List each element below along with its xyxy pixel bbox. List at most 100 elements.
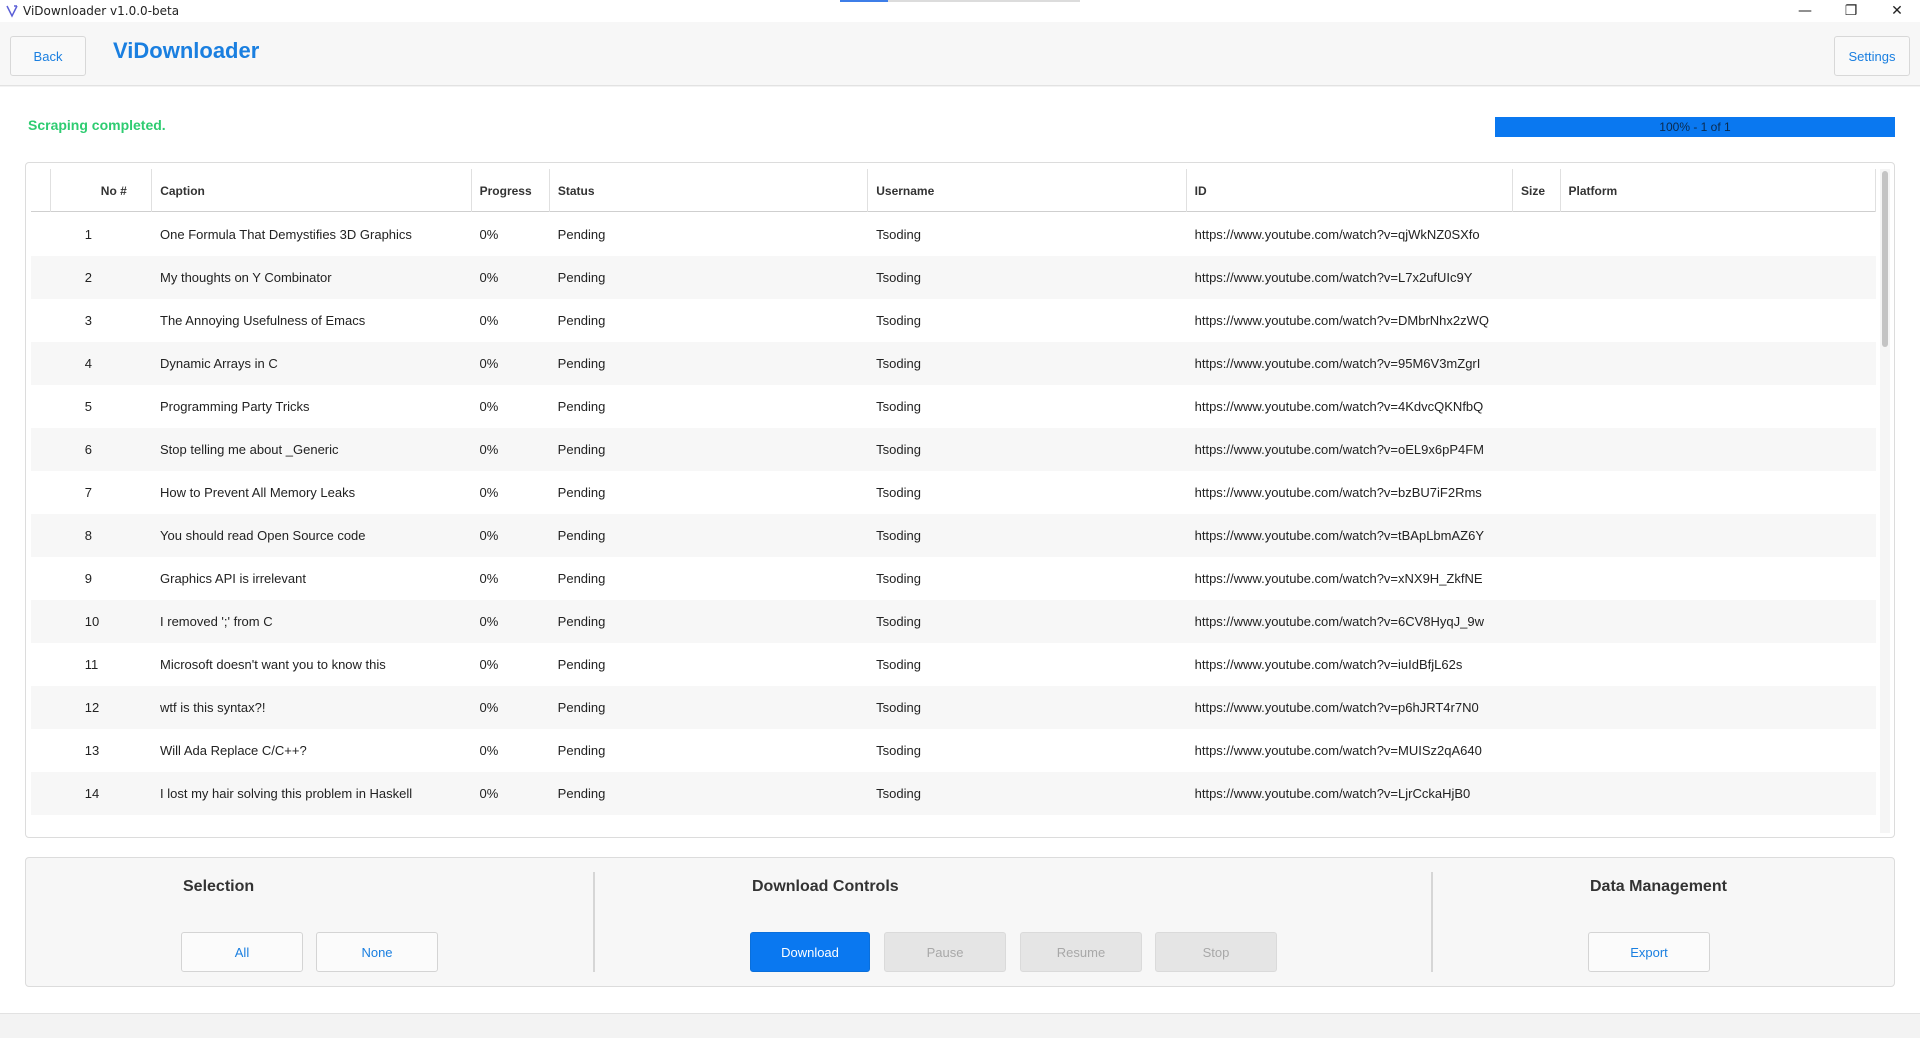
table-row[interactable]: 7 How to Prevent All Memory Leaks 0% Pendin… bbox=[31, 471, 1876, 514]
close-icon[interactable]: ✕ bbox=[1874, 0, 1920, 22]
minimize-icon[interactable]: — bbox=[1782, 0, 1828, 22]
loading-track bbox=[888, 0, 1080, 2]
id-cell: https://www.youtube.com/watch?v=4KdvcQKN… bbox=[1194, 399, 1484, 414]
id-column-header[interactable]: ID bbox=[1187, 169, 1513, 212]
row-number: 11 bbox=[84, 657, 99, 672]
progress-cell: 0% bbox=[479, 614, 499, 629]
status-cell: Pending bbox=[557, 227, 606, 242]
table-viewport[interactable]: No # Caption Progress Status Username ID Size P… bbox=[31, 169, 1876, 833]
window-controls: — ❐ ✕ bbox=[1782, 0, 1920, 22]
caption-cell: Microsoft doesn't want you to know this bbox=[160, 657, 386, 672]
platform-column-header[interactable]: Platform bbox=[1561, 169, 1876, 212]
select-column-header[interactable] bbox=[31, 169, 51, 212]
back-button[interactable]: Back bbox=[10, 36, 86, 76]
caption-cell: Graphics API is irrelevant bbox=[160, 571, 306, 586]
status-cell: Pending bbox=[557, 399, 606, 414]
controls-panel: Selection All None Download Controls Dow… bbox=[25, 857, 1895, 987]
row-number: 14 bbox=[84, 786, 100, 801]
username-cell: Tsoding bbox=[876, 657, 921, 672]
table-row[interactable]: 11 Microsoft doesn't want you to know thi… bbox=[31, 643, 1876, 686]
progress-cell: 0% bbox=[479, 485, 499, 500]
status-cell: Pending bbox=[557, 528, 606, 543]
id-cell: https://www.youtube.com/watch?v=tBApLbmA… bbox=[1194, 528, 1484, 543]
app-header: Back ViDownloader Settings bbox=[0, 22, 1920, 86]
id-cell: https://www.youtube.com/watch?v=MUISz2qA… bbox=[1194, 743, 1482, 758]
username-cell: Tsoding bbox=[876, 270, 921, 285]
table-row[interactable]: 3 The Annoying Usefulness of Emacs 0% Pendi… bbox=[31, 299, 1876, 342]
status-cell: Pending bbox=[557, 571, 606, 586]
row-number: 4 bbox=[84, 356, 93, 371]
username-cell: Tsoding bbox=[876, 442, 921, 457]
table-body: 1 One Formula That Demystifies 3D Graphic… bbox=[31, 213, 1876, 815]
table-header: No # Caption Progress Status Username ID Size P… bbox=[31, 169, 1876, 212]
table-row[interactable]: 10 I removed ';' from C 0% Pending Tsoding ht… bbox=[31, 600, 1876, 643]
row-number: 5 bbox=[84, 399, 93, 414]
status-footer bbox=[0, 1013, 1920, 1038]
table-row[interactable]: 5 Programming Party Tricks 0% Pending Tsodin… bbox=[31, 385, 1876, 428]
status-cell: Pending bbox=[557, 743, 606, 758]
id-cell: https://www.youtube.com/watch?v=iuIdBfjL… bbox=[1194, 657, 1463, 672]
scroll-thumb[interactable] bbox=[1882, 171, 1888, 347]
username-column-header[interactable]: Username bbox=[868, 169, 1187, 212]
table-row[interactable]: 9 Graphics API is irrelevant 0% Pending Tsod… bbox=[31, 557, 1876, 600]
progress-cell: 0% bbox=[479, 786, 499, 801]
caption-cell: The Annoying Usefulness of Emacs bbox=[160, 313, 366, 328]
table-row[interactable]: 14 I lost my hair solving this problem in… bbox=[31, 772, 1876, 815]
section-divider bbox=[1431, 872, 1433, 972]
table-row[interactable]: 2 My thoughts on Y Combinator 0% Pending Tso… bbox=[31, 256, 1876, 299]
progress-cell: 0% bbox=[479, 356, 499, 371]
settings-button[interactable]: Settings bbox=[1834, 36, 1910, 76]
username-cell: Tsoding bbox=[876, 313, 921, 328]
table-row[interactable]: 1 One Formula That Demystifies 3D Graphic… bbox=[31, 213, 1876, 256]
username-cell: Tsoding bbox=[876, 700, 921, 715]
username-cell: Tsoding bbox=[876, 356, 921, 371]
status-cell: Pending bbox=[557, 786, 606, 801]
caption-cell: One Formula That Demystifies 3D Graphics bbox=[160, 227, 412, 242]
download-button[interactable]: Download bbox=[750, 932, 870, 972]
username-cell: Tsoding bbox=[876, 227, 921, 242]
select-none-button[interactable]: None bbox=[316, 932, 438, 972]
row-number: 7 bbox=[84, 485, 93, 500]
selection-title: Selection bbox=[183, 878, 255, 895]
caption-cell: My thoughts on Y Combinator bbox=[160, 270, 332, 285]
caption-cell: I removed ';' from C bbox=[160, 614, 273, 629]
stop-button[interactable]: Stop bbox=[1155, 932, 1277, 972]
id-cell: https://www.youtube.com/watch?v=oEL9x6pP… bbox=[1194, 442, 1485, 457]
restore-icon[interactable]: ❐ bbox=[1828, 0, 1874, 22]
table-scrollbar[interactable] bbox=[1880, 169, 1890, 833]
table-row[interactable]: 13 Will Ada Replace C/C++? 0% Pending Tsodin… bbox=[31, 729, 1876, 772]
progress-column-header[interactable]: Progress bbox=[472, 169, 550, 212]
main-content: Scraping completed. 100% - 1 of 1 No # Ca… bbox=[0, 87, 1920, 1013]
resume-button[interactable]: Resume bbox=[1020, 932, 1142, 972]
overall-progress-bar: 100% - 1 of 1 bbox=[1495, 117, 1895, 137]
row-number: 3 bbox=[84, 313, 93, 328]
id-cell: https://www.youtube.com/watch?v=LjrCckaH… bbox=[1194, 786, 1471, 801]
progress-text: 100% - 1 of 1 bbox=[1659, 120, 1731, 134]
export-button[interactable]: Export bbox=[1588, 932, 1710, 972]
row-number: 2 bbox=[84, 270, 93, 285]
table-row[interactable]: 8 You should read Open Source code 0% Pendi… bbox=[31, 514, 1876, 557]
id-cell: https://www.youtube.com/watch?v=6CV8HyqJ… bbox=[1194, 614, 1484, 629]
status-column-header[interactable]: Status bbox=[550, 169, 869, 212]
no-column-header[interactable]: No # bbox=[51, 169, 153, 212]
row-number: 12 bbox=[84, 700, 100, 715]
pause-button[interactable]: Pause bbox=[884, 932, 1006, 972]
app-name: ViDownloader bbox=[113, 38, 260, 63]
username-cell: Tsoding bbox=[876, 614, 921, 629]
size-column-header[interactable]: Size bbox=[1513, 169, 1561, 212]
table-row[interactable]: 12 wtf is this syntax?! 0% Pending Tsoding ht… bbox=[31, 686, 1876, 729]
table-row[interactable]: 4 Dynamic Arrays in C 0% Pending Tsoding http… bbox=[31, 342, 1876, 385]
id-cell: https://www.youtube.com/watch?v=xNX9H_Zk… bbox=[1194, 571, 1483, 586]
table-row[interactable]: 6 Stop telling me about _Generic 0% Pending… bbox=[31, 428, 1876, 471]
username-cell: Tsoding bbox=[876, 571, 921, 586]
caption-cell: I lost my hair solving this problem in H… bbox=[160, 786, 413, 801]
title-bar: ViDownloader v1.0.0-beta — ❐ ✕ bbox=[0, 0, 1920, 22]
select-all-button[interactable]: All bbox=[181, 932, 303, 972]
username-cell: Tsoding bbox=[876, 399, 921, 414]
progress-cell: 0% bbox=[479, 528, 499, 543]
caption-column-header[interactable]: Caption bbox=[152, 169, 472, 212]
row-number: 6 bbox=[84, 442, 93, 457]
progress-cell: 0% bbox=[479, 657, 499, 672]
id-cell: https://www.youtube.com/watch?v=L7x2ufUI… bbox=[1194, 270, 1473, 285]
caption-cell: You should read Open Source code bbox=[160, 528, 366, 543]
